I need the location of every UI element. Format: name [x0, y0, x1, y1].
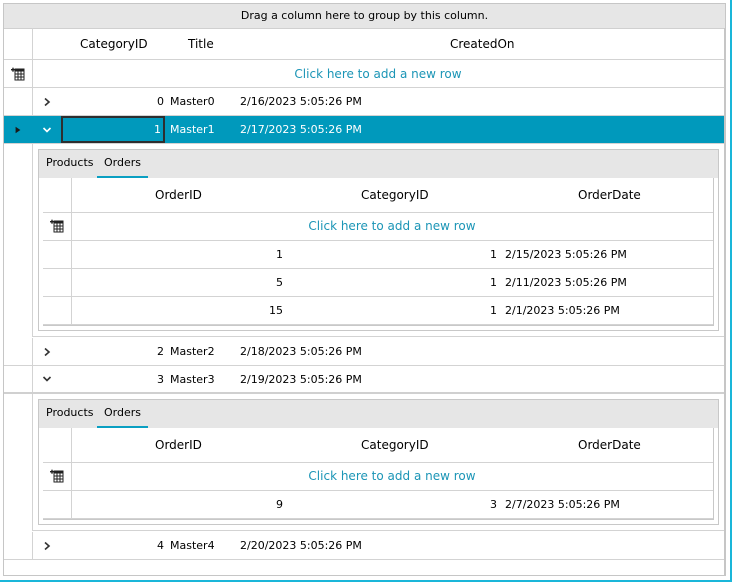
orders-add-new-row-link[interactable]: Click here to add a new row	[71, 212, 713, 240]
group-panel[interactable]: Drag a column here to group by this colu…	[4, 4, 725, 29]
column-header-orderdate[interactable]: OrderDate	[578, 428, 641, 462]
add-new-row-icon	[11, 67, 25, 80]
tab-products[interactable]: Products	[39, 400, 101, 428]
chevron-right-icon	[44, 97, 51, 106]
tab-products[interactable]: Products	[39, 150, 101, 178]
cell-createdon[interactable]: 2/17/2023 5:05:26 PM	[240, 116, 362, 143]
master-new-row[interactable]: Click here to add a new row	[4, 60, 724, 88]
header-indicator-cell	[4, 28, 33, 59]
cell-createdon[interactable]: 2/20/2023 5:05:26 PM	[240, 532, 362, 559]
cell-title[interactable]: Master3	[170, 366, 215, 392]
cell-orderdate[interactable]: 2/11/2023 5:05:26 PM	[505, 268, 627, 296]
detail-tabstrip: Products Orders	[39, 150, 718, 178]
master-row[interactable]: 0 Master0 2/16/2023 5:05:26 PM	[4, 88, 724, 116]
column-header-orderdate[interactable]: OrderDate	[578, 178, 641, 212]
cell-title[interactable]: Master0	[170, 88, 215, 115]
cell-categoryid[interactable]: 2	[62, 338, 164, 365]
cell-orderdate[interactable]: 2/15/2023 5:05:26 PM	[505, 240, 627, 268]
row-indicator	[4, 366, 33, 392]
master-row[interactable]: 4 Master4 2/20/2023 5:05:26 PM	[4, 532, 724, 560]
order-row[interactable]: 15 1 2/1/2023 5:05:26 PM	[43, 296, 713, 325]
cell-title[interactable]: Master4	[170, 532, 215, 559]
cell-categoryid[interactable]: 3	[283, 490, 497, 518]
detail-panel: Products Orders OrderID CategoryID Order…	[32, 144, 724, 337]
chevron-right-icon	[44, 541, 51, 550]
cell-categoryid[interactable]: 1	[283, 268, 497, 296]
cell-categoryid[interactable]: 1	[283, 296, 497, 324]
cell-orderdate[interactable]: 2/7/2023 5:05:26 PM	[505, 490, 620, 518]
window-frame: Drag a column here to group by this colu…	[0, 0, 732, 582]
order-row[interactable]: 1 1 2/15/2023 5:05:26 PM	[43, 240, 713, 269]
cell-title[interactable]: Master1	[170, 116, 215, 143]
expand-toggle[interactable]	[32, 88, 62, 115]
orders-header-row: OrderID CategoryID OrderDate	[43, 178, 713, 213]
header-indicator-cell	[43, 178, 72, 212]
row-indicator	[43, 240, 72, 268]
chevron-down-icon	[42, 376, 52, 382]
detail-tab-control: Products Orders OrderID CategoryID Order…	[38, 399, 719, 525]
new-row-indicator	[43, 462, 72, 490]
collapse-toggle[interactable]	[32, 116, 62, 143]
master-row-selected[interactable]: 1 Master1 2/17/2023 5:05:26 PM	[4, 116, 724, 144]
row-indicator	[43, 268, 72, 296]
add-new-row-icon	[50, 219, 64, 233]
column-header-categoryid[interactable]: CategoryID	[361, 428, 429, 462]
cell-orderid[interactable]: 1	[71, 240, 283, 268]
cell-createdon[interactable]: 2/19/2023 5:05:26 PM	[240, 366, 362, 392]
column-header-categoryid[interactable]: CategoryID	[361, 178, 429, 212]
master-row[interactable]: 3 Master3 2/19/2023 5:05:26 PM	[4, 366, 724, 394]
cell-categoryid-current[interactable]: 1	[61, 116, 165, 143]
master-row[interactable]: 2 Master2 2/18/2023 5:05:26 PM	[4, 338, 724, 366]
detail-tabstrip: Products Orders	[39, 400, 718, 428]
column-header-orderid[interactable]: OrderID	[155, 428, 202, 462]
column-header-createdon[interactable]: CreatedOn	[450, 28, 515, 59]
row-indicator	[4, 532, 33, 559]
orders-header-row: OrderID CategoryID OrderDate	[43, 428, 713, 463]
cell-categoryid[interactable]: 4	[62, 532, 164, 559]
tab-orders[interactable]: Orders	[97, 150, 148, 178]
orders-grid: OrderID CategoryID OrderDate Click here …	[43, 428, 714, 520]
new-row-indicator	[43, 212, 72, 240]
row-indicator	[4, 338, 33, 365]
tab-orders[interactable]: Orders	[97, 400, 148, 428]
cell-createdon[interactable]: 2/18/2023 5:05:26 PM	[240, 338, 362, 365]
cell-createdon[interactable]: 2/16/2023 5:05:26 PM	[240, 88, 362, 115]
cell-categoryid[interactable]: 0	[62, 88, 164, 115]
cell-categoryid[interactable]: 3	[62, 366, 164, 392]
cell-categoryid[interactable]: 1	[283, 240, 497, 268]
master-add-new-row-link[interactable]: Click here to add a new row	[32, 60, 724, 87]
orders-add-new-row-link[interactable]: Click here to add a new row	[71, 462, 713, 490]
detail-tab-control: Products Orders OrderID CategoryID Order…	[38, 149, 719, 331]
column-header-orderid[interactable]: OrderID	[155, 178, 202, 212]
cell-orderid[interactable]: 5	[71, 268, 283, 296]
current-row-indicator-icon	[15, 126, 21, 133]
row-indicator	[4, 116, 33, 143]
cell-orderid[interactable]: 9	[71, 490, 283, 518]
orders-new-row[interactable]: Click here to add a new row	[43, 212, 713, 241]
chevron-down-icon	[42, 126, 52, 133]
detail-panel: Products Orders OrderID CategoryID Order…	[32, 394, 724, 531]
orders-grid: OrderID CategoryID OrderDate Click here …	[43, 178, 714, 326]
column-header-title[interactable]: Title	[188, 28, 214, 59]
grid-right-border	[724, 28, 725, 575]
column-header-categoryid[interactable]: CategoryID	[80, 28, 148, 59]
add-new-row-icon	[50, 469, 64, 483]
expand-toggle[interactable]	[32, 532, 62, 559]
orders-new-row[interactable]: Click here to add a new row	[43, 462, 713, 491]
cell-orderdate[interactable]: 2/1/2023 5:05:26 PM	[505, 296, 620, 324]
row-indicator	[43, 296, 72, 324]
new-row-indicator	[4, 60, 33, 87]
row-indicator	[4, 88, 33, 115]
master-header-row: CategoryID Title CreatedOn	[4, 28, 724, 60]
row-indicator	[43, 490, 72, 518]
cell-title[interactable]: Master2	[170, 338, 215, 365]
cell-orderid[interactable]: 15	[71, 296, 283, 324]
expand-toggle[interactable]	[32, 338, 62, 365]
master-grid: Drag a column here to group by this colu…	[3, 3, 726, 576]
chevron-right-icon	[44, 347, 51, 356]
header-indicator-cell	[43, 428, 72, 462]
order-row[interactable]: 5 1 2/11/2023 5:05:26 PM	[43, 268, 713, 297]
order-row[interactable]: 9 3 2/7/2023 5:05:26 PM	[43, 490, 713, 519]
collapse-toggle[interactable]	[32, 366, 62, 392]
